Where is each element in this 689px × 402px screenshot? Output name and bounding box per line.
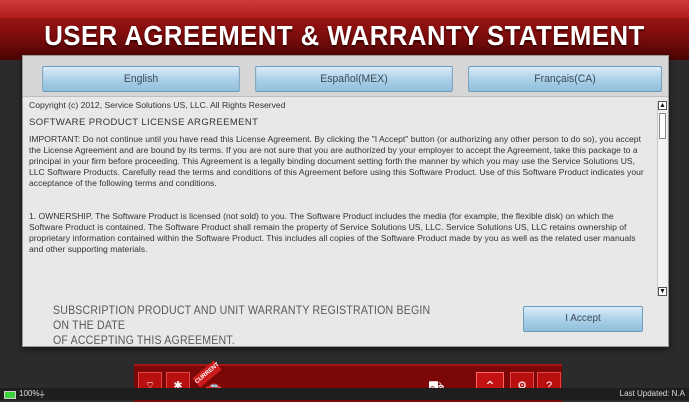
- lang-french-button[interactable]: Français(CA): [468, 66, 662, 92]
- scroll-down-icon[interactable]: ▼: [658, 287, 667, 296]
- notice-line-1: SUBSCRIPTION PRODUCT AND UNIT WARRANTY R…: [53, 305, 431, 332]
- license-heading: SOFTWARE PRODUCT LICENSE ARGREEMENT: [29, 117, 259, 128]
- battery-level: 100%: [19, 389, 40, 398]
- lang-spanish-button[interactable]: Español(MEX): [255, 66, 453, 92]
- language-bar: English Español(MEX) Français(CA): [23, 56, 668, 97]
- scrollbar-thumb[interactable]: [659, 113, 666, 139]
- registration-notice: SUBSCRIPTION PRODUCT AND UNIT WARRANTY R…: [53, 304, 439, 349]
- scrollbar[interactable]: ▲ ▼: [657, 101, 667, 296]
- agreement-text[interactable]: Copyright (c) 2012, Service Solutions US…: [29, 100, 649, 290]
- page-title: USER AGREEMENT & WARRANTY STATEMENT: [44, 20, 645, 51]
- important-paragraph: IMPORTANT: Do not continue until you hav…: [29, 134, 644, 188]
- plug-icon: ⏚: [38, 390, 46, 399]
- accept-button[interactable]: I Accept: [523, 306, 643, 332]
- lang-english-button[interactable]: English: [42, 66, 240, 92]
- ownership-paragraph: 1. OWNERSHIP. The Software Product is li…: [29, 211, 636, 254]
- last-updated: Last Updated: N.A: [619, 389, 685, 398]
- status-bar: [0, 388, 689, 400]
- notice-line-2: OF ACCEPTING THIS AGREEMENT.: [53, 335, 235, 347]
- copyright-text: Copyright (c) 2012, Service Solutions US…: [29, 100, 286, 110]
- battery-icon: [4, 391, 16, 399]
- agreement-panel: English Español(MEX) Français(CA) Copyri…: [22, 55, 669, 347]
- scroll-up-icon[interactable]: ▲: [658, 101, 667, 110]
